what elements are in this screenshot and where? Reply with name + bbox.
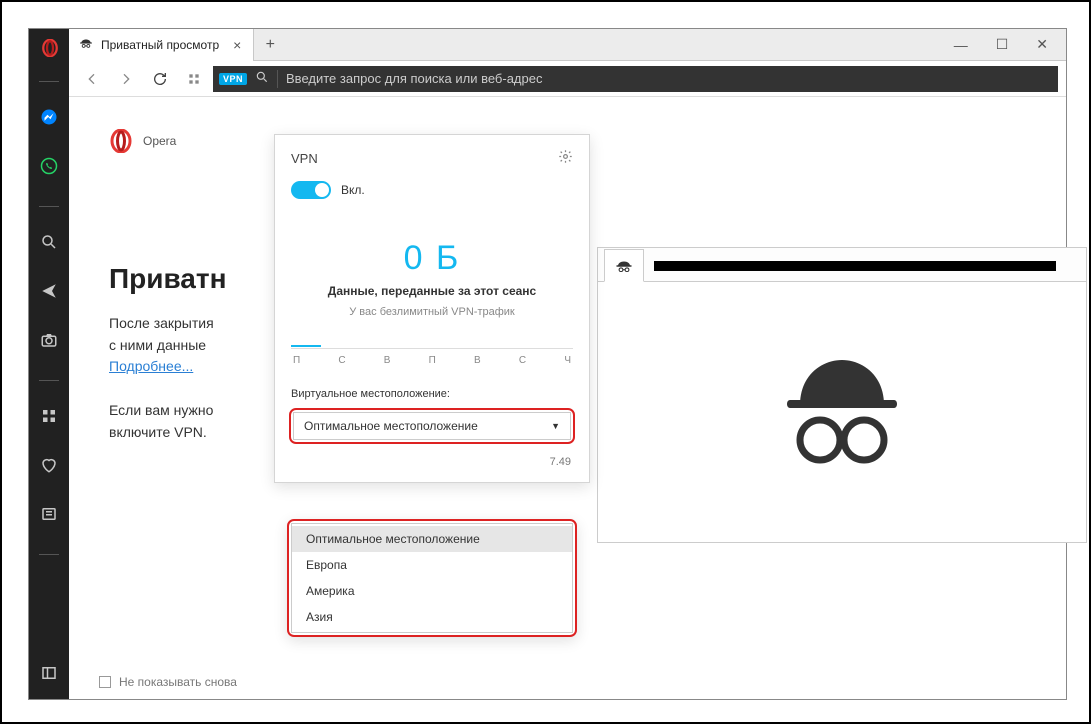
- page-text-3: Если вам нужно: [109, 402, 213, 418]
- news-icon[interactable]: [40, 505, 58, 528]
- vpn-selected-value: Оптимальное местоположение: [304, 419, 478, 433]
- close-tab-icon[interactable]: ×: [233, 37, 241, 53]
- address-bar[interactable]: VPN Введите запрос для поиска или веб-ад…: [213, 66, 1058, 92]
- page-text-2: с ними данные: [109, 337, 206, 353]
- vpn-location-dropdown[interactable]: Оптимальное местоположение Европа Америк…: [287, 519, 577, 637]
- vpn-day: С: [519, 355, 526, 366]
- titlebar: Приватный просмотр × + — ☐ ✕: [69, 29, 1066, 61]
- caret-down-icon: ▼: [551, 421, 560, 431]
- search-icon: [255, 70, 269, 87]
- speeddial-button[interactable]: [179, 64, 209, 94]
- vpn-on-label: Вкл.: [341, 183, 365, 197]
- vpn-toggle[interactable]: [291, 181, 331, 199]
- vpn-option-optimal[interactable]: Оптимальное местоположение: [292, 526, 572, 552]
- vpn-panel: VPN Вкл. 0 Б Данные, переданные за этот …: [274, 134, 590, 483]
- page-text-4: включите VPN.: [109, 424, 207, 440]
- vpn-day: С: [338, 355, 345, 366]
- vpn-location-label: Виртуальное местоположение:: [275, 388, 589, 408]
- vpn-day: П: [429, 355, 436, 366]
- browser-preview-pane: [597, 247, 1087, 543]
- incognito-large-icon: [772, 350, 912, 475]
- vpn-unlimited-text: У вас безлимитный VPN-трафик: [275, 300, 589, 346]
- preview-tab: [604, 249, 644, 282]
- panel-icon[interactable]: [40, 664, 58, 687]
- sidebar: [29, 29, 69, 699]
- window-minimize-icon[interactable]: —: [954, 37, 968, 53]
- learn-more-link[interactable]: Подробнее...: [109, 358, 193, 374]
- vpn-title: VPN: [291, 151, 318, 166]
- navigation-toolbar: VPN Введите запрос для поиска или веб-ад…: [69, 61, 1066, 97]
- send-icon[interactable]: [40, 282, 58, 305]
- new-tab-button[interactable]: +: [254, 29, 286, 61]
- forward-button[interactable]: [111, 64, 141, 94]
- camera-icon[interactable]: [40, 331, 58, 354]
- grid-icon[interactable]: [40, 407, 58, 430]
- vpn-day: В: [474, 355, 481, 366]
- preview-addressbar: [654, 261, 1056, 271]
- brand-name: Opera: [143, 134, 176, 148]
- vpn-data-caption: Данные, переданные за этот сеанс: [275, 282, 589, 300]
- tab-title: Приватный просмотр: [101, 38, 219, 52]
- vpn-location-select[interactable]: Оптимальное местоположение ▼: [289, 408, 575, 444]
- vpn-day: В: [384, 355, 391, 366]
- vpn-option-america[interactable]: Америка: [292, 578, 572, 604]
- messenger-icon[interactable]: [40, 108, 58, 131]
- vpn-badge[interactable]: VPN: [219, 73, 247, 85]
- whatsapp-icon[interactable]: [40, 157, 58, 180]
- vpn-option-europe[interactable]: Европа: [292, 552, 572, 578]
- browser-tab[interactable]: Приватный просмотр ×: [69, 29, 254, 61]
- incognito-icon: [79, 36, 93, 53]
- reload-button[interactable]: [145, 64, 175, 94]
- vpn-day: П: [293, 355, 300, 366]
- heart-icon[interactable]: [40, 456, 58, 479]
- dont-show-again[interactable]: Не показывать снова: [99, 675, 237, 689]
- page-text-1: После закрытия: [109, 315, 214, 331]
- vpn-ip-suffix: 7.49: [275, 452, 589, 470]
- vpn-data-amount: 0 Б: [275, 209, 589, 282]
- opera-logo-icon[interactable]: [41, 39, 57, 55]
- opera-o-icon: [109, 129, 133, 153]
- checkbox-icon[interactable]: [99, 676, 111, 688]
- gear-icon[interactable]: [558, 149, 573, 167]
- address-placeholder: Введите запрос для поиска или веб-адрес: [286, 71, 542, 86]
- window-close-icon[interactable]: ✕: [1036, 36, 1048, 53]
- search-sidebar-icon[interactable]: [40, 233, 58, 256]
- vpn-option-asia[interactable]: Азия: [292, 604, 572, 630]
- vpn-day: Ч: [564, 355, 571, 366]
- window-maximize-icon[interactable]: ☐: [996, 36, 1009, 53]
- back-button[interactable]: [77, 64, 107, 94]
- vpn-usage-chart: П С В П В С Ч: [275, 346, 589, 388]
- dont-show-label: Не показывать снова: [119, 675, 237, 689]
